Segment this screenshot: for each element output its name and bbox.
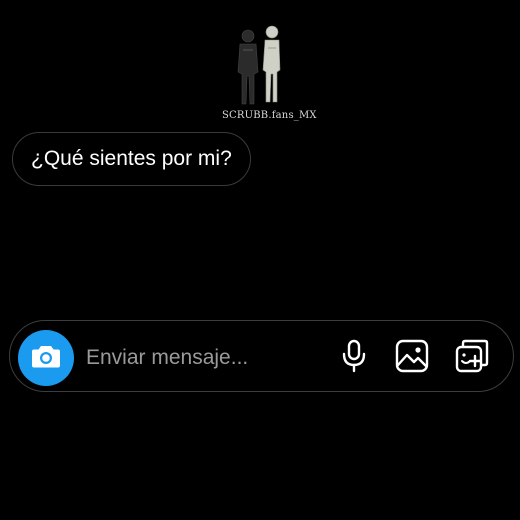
gallery-button[interactable] xyxy=(392,338,432,378)
message-bubble: ¿Qué sientes por mi? xyxy=(12,132,251,186)
microphone-button[interactable] xyxy=(334,338,374,378)
watermark-text: SCRUBB.fans_MX xyxy=(222,110,317,121)
camera-button[interactable] xyxy=(18,330,74,386)
microphone-icon xyxy=(341,339,367,378)
message-input[interactable] xyxy=(86,340,316,376)
image-icon xyxy=(395,339,429,378)
camera-icon xyxy=(31,343,61,374)
sticker-add-icon xyxy=(455,339,489,378)
sticker-button[interactable] xyxy=(452,338,492,378)
